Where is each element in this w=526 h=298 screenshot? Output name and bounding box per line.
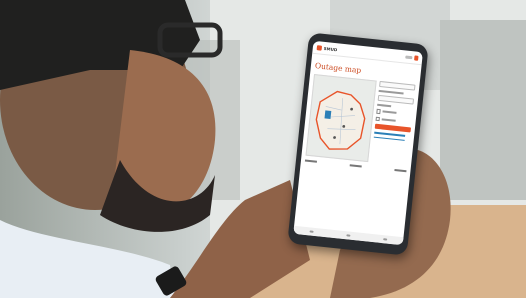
filter-label-2 — [376, 103, 392, 108]
checkbox[interactable] — [376, 108, 382, 114]
legend-item — [349, 164, 362, 168]
outage-marker[interactable] — [324, 110, 332, 119]
smartphone: SMUD Outage map — [287, 32, 429, 256]
outage-content — [302, 70, 420, 167]
checkbox-label — [382, 110, 397, 115]
map-filters — [371, 80, 416, 166]
map-graphic — [315, 90, 366, 150]
smud-logo-icon — [316, 44, 323, 51]
help-link[interactable] — [373, 131, 405, 137]
home-icon[interactable] — [346, 234, 351, 237]
help-link-2[interactable] — [373, 136, 405, 141]
back-icon[interactable] — [309, 230, 315, 233]
checkbox-2[interactable] — [375, 116, 381, 122]
search-field[interactable] — [378, 80, 416, 91]
menu-icon[interactable] — [405, 54, 413, 59]
recents-icon[interactable] — [382, 238, 387, 241]
background-photo — [0, 0, 526, 298]
checkbox-row-2[interactable] — [375, 116, 412, 124]
filter-select[interactable] — [377, 94, 415, 105]
checkbox-label-2 — [381, 118, 397, 122]
smud-logo[interactable]: SMUD — [316, 44, 338, 52]
legend-item — [304, 159, 318, 163]
checkbox-row[interactable] — [376, 108, 413, 117]
legend-item — [394, 168, 407, 173]
header-actions — [405, 54, 419, 61]
photo-scene: SMUD Outage map — [0, 0, 526, 298]
sign-in-button[interactable] — [414, 54, 419, 61]
phone-screen[interactable]: SMUD Outage map — [293, 40, 423, 246]
logo-text: SMUD — [323, 45, 338, 52]
outage-map[interactable] — [305, 74, 377, 163]
report-outage-button[interactable] — [374, 123, 412, 133]
filter-label — [378, 89, 404, 95]
